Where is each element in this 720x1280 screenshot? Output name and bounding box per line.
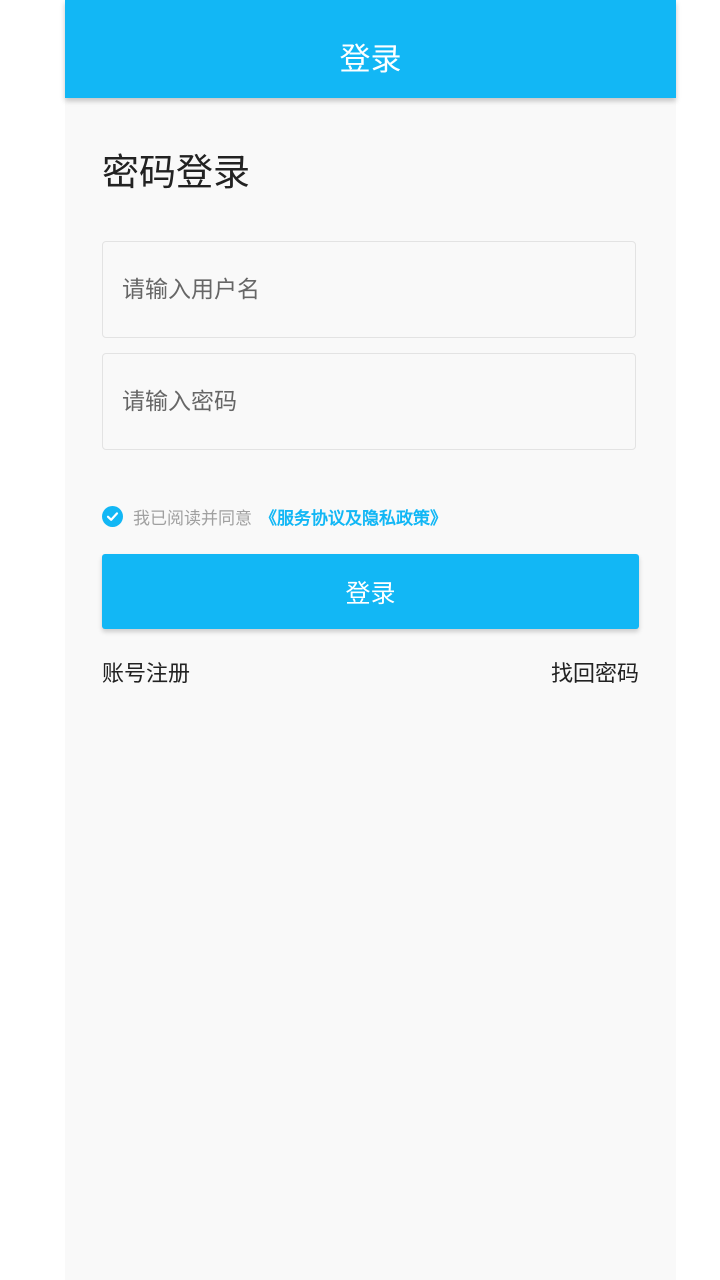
password-field[interactable] — [102, 353, 636, 450]
register-link[interactable]: 账号注册 — [102, 656, 190, 688]
username-input[interactable] — [103, 242, 635, 337]
checkmark-icon — [106, 511, 119, 521]
forgot-password-link[interactable]: 找回密码 — [551, 656, 639, 688]
app-bar: 登录 — [65, 0, 676, 98]
login-button[interactable]: 登录 — [102, 554, 639, 629]
check-circle-icon[interactable] — [102, 505, 123, 527]
page-title: 密码登录 — [102, 151, 250, 194]
agreement-link[interactable]: 《服务协议及隐私政策》 — [260, 504, 447, 529]
password-input[interactable] — [103, 354, 635, 449]
agreement-row: 我已阅读并同意 《服务协议及隐私政策》 — [102, 503, 447, 529]
login-screen: 登录 密码登录 我已阅读并同意 《服务协议及隐私政策》 登录 账号注册 找回密码 — [65, 0, 676, 1280]
agreement-text: 我已阅读并同意 — [133, 508, 252, 529]
app-bar-title: 登录 — [339, 41, 402, 78]
username-field[interactable] — [102, 241, 636, 338]
